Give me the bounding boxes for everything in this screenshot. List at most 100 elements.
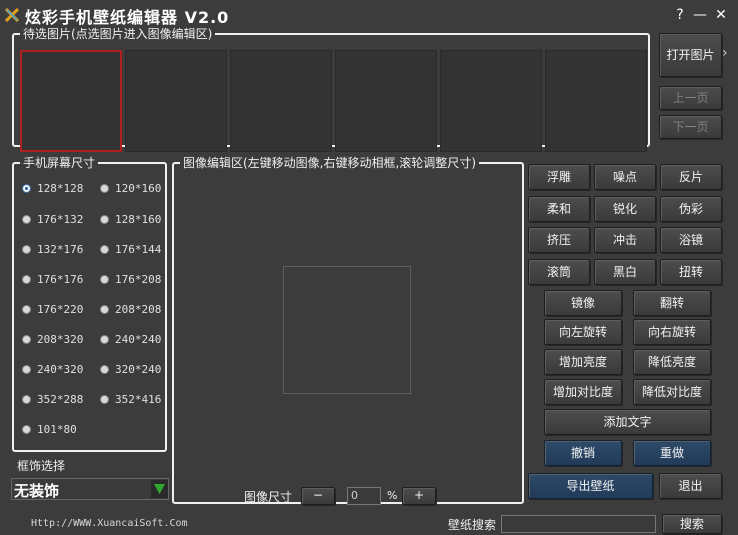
screen-size-radio-label: 176*132	[37, 213, 84, 226]
screen-size-radio-label: 240*240	[115, 333, 162, 346]
open-image-button[interactable]: 打开图片	[659, 33, 722, 77]
next-page-button[interactable]: 下一页	[659, 115, 722, 139]
screen-size-radio-label: 176*220	[37, 303, 84, 316]
impact-button[interactable]: 冲击	[594, 227, 656, 253]
screen-size-radio-128x128[interactable]: 128*128	[22, 182, 83, 195]
radio-dot-icon[interactable]	[22, 275, 31, 284]
radio-dot-icon[interactable]	[100, 275, 109, 284]
thumbnail-5[interactable]	[440, 50, 542, 152]
radio-dot-icon[interactable]	[22, 365, 31, 374]
screen-size-radio-352x416[interactable]: 352*416	[100, 393, 161, 406]
bath-mirror-button[interactable]: 浴镜	[660, 227, 722, 253]
help-button[interactable]: ?	[672, 8, 688, 22]
radio-dot-icon[interactable]	[100, 305, 109, 314]
black-white-button[interactable]: 黑白	[594, 259, 656, 285]
thumbnail-1[interactable]	[20, 50, 122, 152]
radio-dot-icon[interactable]	[100, 184, 109, 193]
screen-size-radio-label: 176*144	[115, 243, 162, 256]
screen-size-radio-101x80[interactable]: 101*80	[22, 423, 77, 436]
radio-dot-icon[interactable]	[22, 305, 31, 314]
screen-size-radio-128x160[interactable]: 128*160	[100, 213, 161, 226]
brightness-down-button[interactable]: 降低亮度	[633, 349, 711, 375]
radio-dot-icon[interactable]	[22, 245, 31, 254]
screen-size-radio-label: 352*288	[37, 393, 84, 406]
screen-size-radio-176x208[interactable]: 176*208	[100, 273, 161, 286]
undo-button[interactable]: 撤销	[544, 440, 622, 466]
screen-size-radio-208x320[interactable]: 208*320	[22, 333, 83, 346]
image-size-input[interactable]: 0	[347, 487, 381, 505]
radio-dot-icon[interactable]	[22, 184, 31, 193]
screen-size-radio-240x320[interactable]: 240*320	[22, 363, 83, 376]
screen-size-radio-176x144[interactable]: 176*144	[100, 243, 161, 256]
wallpaper-search-label: 壁纸搜索	[448, 518, 497, 532]
close-button[interactable]: ✕	[713, 8, 729, 22]
screen-size-radio-176x220[interactable]: 176*220	[22, 303, 83, 316]
rotate-left-button[interactable]: 向左旋转	[544, 319, 622, 345]
soften-button[interactable]: 柔和	[528, 196, 590, 222]
radio-dot-icon[interactable]	[100, 245, 109, 254]
mirror-button[interactable]: 镜像	[544, 290, 622, 316]
screen-size-radio-label: 128*160	[115, 213, 162, 226]
percent-label: %	[387, 489, 398, 502]
screen-size-radio-label: 101*80	[37, 423, 77, 436]
screen-size-radio-label: 208*208	[115, 303, 162, 316]
search-button[interactable]: 搜索	[662, 514, 722, 534]
screen-size-radio-320x240[interactable]: 320*240	[100, 363, 161, 376]
contrast-down-button[interactable]: 降低对比度	[633, 379, 711, 405]
screen-size-radio-label: 176*208	[115, 273, 162, 286]
minimize-button[interactable]: —	[692, 8, 708, 22]
flip-button[interactable]: 翻转	[633, 290, 711, 316]
image-editor-legend: 图像编辑区(左键移动图像,右键移动相框,滚轮调整尺寸)	[183, 156, 476, 170]
pseudocolor-button[interactable]: 伪彩	[660, 196, 722, 222]
screen-size-radio-120x160[interactable]: 120*160	[100, 182, 161, 195]
radio-dot-icon[interactable]	[100, 395, 109, 404]
redo-button[interactable]: 重做	[633, 440, 711, 466]
screen-size-radio-352x288[interactable]: 352*288	[22, 393, 83, 406]
radio-dot-icon[interactable]	[22, 335, 31, 344]
thumbnail-6[interactable]	[545, 50, 647, 152]
screen-size-radio-label: 120*160	[115, 182, 162, 195]
export-wallpaper-button[interactable]: 导出壁纸	[528, 473, 653, 499]
thumbnail-4[interactable]	[335, 50, 437, 152]
screen-size-radio-176x176[interactable]: 176*176	[22, 273, 83, 286]
radio-dot-icon[interactable]	[22, 425, 31, 434]
noise-button[interactable]: 噪点	[594, 164, 656, 190]
size-increase-button[interactable]: +	[402, 487, 436, 505]
screen-size-radio-208x208[interactable]: 208*208	[100, 303, 161, 316]
contrast-up-button[interactable]: 增加对比度	[544, 379, 622, 405]
add-text-button[interactable]: 添加文字	[544, 409, 711, 435]
screen-size-radio-label: 128*128	[37, 182, 84, 195]
radio-dot-icon[interactable]	[100, 335, 109, 344]
prev-page-button[interactable]: 上一页	[659, 86, 722, 110]
dropdown-arrow-icon[interactable]	[151, 480, 168, 498]
radio-dot-icon[interactable]	[22, 215, 31, 224]
thumbnail-2[interactable]	[125, 50, 227, 152]
screen-size-radio-label: 132*176	[37, 243, 84, 256]
radio-dot-icon[interactable]	[100, 215, 109, 224]
emboss-button[interactable]: 浮雕	[528, 164, 590, 190]
frame-select-value: 无装饰	[14, 482, 60, 500]
radio-dot-icon[interactable]	[100, 365, 109, 374]
radio-dot-icon[interactable]	[22, 395, 31, 404]
canvas-frame[interactable]	[283, 266, 411, 394]
frame-select[interactable]: 无装饰	[11, 478, 169, 500]
screen-size-radio-240x240[interactable]: 240*240	[100, 333, 161, 346]
screen-size-radio-176x132[interactable]: 176*132	[22, 213, 83, 226]
frame-label: 框饰选择	[17, 459, 66, 473]
screen-size-radio-132x176[interactable]: 132*176	[22, 243, 83, 256]
negative-button[interactable]: 反片	[660, 164, 722, 190]
wallpaper-search-input[interactable]	[501, 515, 656, 533]
website-link[interactable]: Http://WWW.XuancaiSoft.Com	[31, 518, 188, 529]
screen-size-radio-label: 176*176	[37, 273, 84, 286]
rotate-right-button[interactable]: 向右旋转	[633, 319, 711, 345]
thumbnail-3[interactable]	[230, 50, 332, 152]
exit-button[interactable]: 退出	[659, 473, 722, 499]
twist-button[interactable]: 扭转	[660, 259, 722, 285]
brightness-up-button[interactable]: 增加亮度	[544, 349, 622, 375]
squeeze-button[interactable]: 挤压	[528, 227, 590, 253]
app-logo-icon	[5, 8, 19, 22]
sharpen-button[interactable]: 锐化	[594, 196, 656, 222]
size-decrease-button[interactable]: −	[301, 487, 335, 505]
roller-button[interactable]: 滚筒	[528, 259, 590, 285]
screen-size-legend: 手机屏幕尺寸	[23, 156, 96, 170]
